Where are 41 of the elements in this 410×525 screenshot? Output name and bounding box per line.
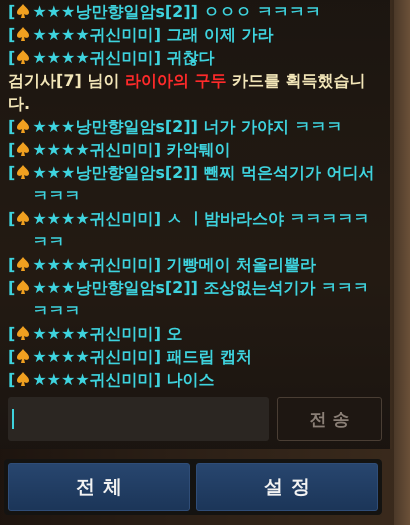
bracket-text: [ [8,24,16,46]
text-cursor-icon [12,409,14,429]
bracket-text: [ [8,369,16,391]
spade-icon [17,165,30,179]
spade-icon [17,372,30,386]
chat-message: ★★★★귀신미미] 기빵메이 처올리뿔라 [32,254,318,276]
system-message: 검기사[7] 님이 라이아의 구두 카드를 획득했습니다. [8,71,366,113]
spade-icon [17,119,30,133]
bracket-text: [ [8,139,16,161]
spade-icon [17,27,30,41]
spade-icon [17,50,30,64]
spade-icon [17,142,30,156]
chat-message: ★★★★귀신미미] 오 [32,323,184,345]
tab-button[interactable]: 전체 [8,463,190,511]
bracket-text: [ [8,1,16,23]
bracket-text: [ [8,47,16,69]
chat-message: ★★★★귀신미미] 카악퉤이 [32,139,232,161]
spade-icon [17,326,30,340]
chat-message: ★★★낭만향일암s[2]] 조상없는석기가 ㅋㅋㅋㅋㅋㅋ [32,277,370,322]
bracket-text: [ [8,162,16,184]
spade-icon [17,257,30,271]
chat-message: ★★★★귀신미미] 나이스 [32,369,216,391]
spade-icon [17,349,30,363]
spade-icon [17,211,30,225]
chat-message: ★★★★귀신미미] 패드립 캡처 [32,346,254,368]
bracket-text: [ [8,208,16,230]
bracket-text: [ [8,323,16,345]
chat-message: ★★★★귀신미미] 귀찮다 [32,47,216,69]
chat-input-field[interactable] [8,397,269,441]
chat-message: ★★★낭만향일암s[2]] 너가 가야지 ㅋㅋㅋ [32,116,344,138]
chat-message: ★★★★귀신미미] ㅅ ㅣ밤바라스야 ㅋㅋㅋㅋㅋㅋㅋ [32,208,371,253]
bracket-text: [ [8,116,16,138]
tab-button[interactable]: 설정 [196,463,378,511]
chat-message: ★★★낭만향일암s[2]] ㅇㅇㅇ ㅋㅋㅋㅋ [32,1,322,23]
spade-icon [17,4,30,18]
bracket-text: [ [8,254,16,276]
spade-icon [17,280,30,294]
bracket-text: [ [8,277,16,299]
chat-message: ★★★낭만향일암s[2]] 뺀찌 먹은석기가 어디서 ㅋㅋㅋ [32,162,376,207]
bracket-text: [ [8,346,16,368]
chat-message: ★★★★귀신미미] 그래 이제 가라 [32,24,275,46]
